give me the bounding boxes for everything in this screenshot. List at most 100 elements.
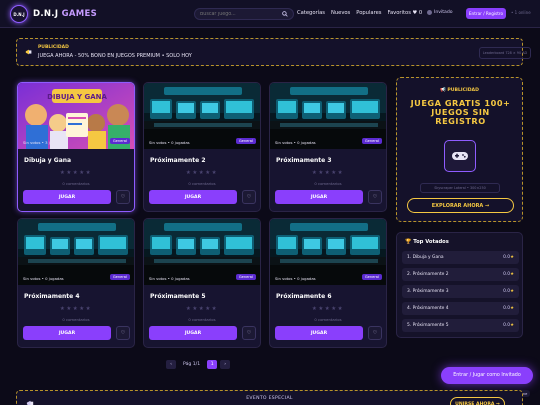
top-voted-score-value: 0.0 [503, 323, 511, 328]
nav-populares[interactable]: Populares [356, 10, 381, 16]
star-rating[interactable]: ★★★★★ [270, 170, 386, 176]
favorite-heart-icon[interactable]: ♡ [368, 190, 382, 204]
genre-badge: General [109, 274, 130, 280]
game-card[interactable]: Sin votos • 0 jugadas General Próximamente… [269, 218, 387, 348]
top-voted-row[interactable]: 3. Próximamente 3 0.0★ [402, 285, 519, 298]
top-voted-score-value: 0.0 [503, 306, 511, 311]
comments-count: 0 comentarios [62, 181, 90, 186]
megaphone-icon [25, 49, 32, 55]
logo-badge[interactable]: D.N.J [10, 5, 28, 23]
game-title: Próximamente 6 [276, 293, 332, 300]
explore-now-button[interactable]: EXPLORAR AHORA → [407, 198, 514, 213]
prev-page-button[interactable]: ‹ [166, 360, 176, 369]
guest-play-button[interactable]: Entrar / Jugar como Invitado [441, 367, 533, 384]
top-voted-panel: 🏆 Top Votados 1. Dibuja y Gana 0.0★ 2. Pró… [396, 232, 523, 338]
sidebar-ad-title: JUEGA GRATIS 100+ JUEGOS SIN REGISTRO [410, 98, 511, 127]
main-nav: Categorías Nuevos Populares Favoritos ♥ … [297, 10, 422, 16]
genre-badge: General [109, 138, 130, 144]
star-icon: ★ [510, 306, 514, 311]
event-banner[interactable]: EVENTO ESPECIAL UNIRSE AHORA → [16, 390, 523, 405]
game-title: Dibuja y Gana [24, 157, 72, 164]
votes-label: Sin votos • 0 jugadas [149, 276, 190, 281]
star-rating[interactable]: ★★★★★ [18, 306, 134, 312]
game-card[interactable]: Sin votos • 0 jugadas General Próximamente… [143, 218, 261, 348]
search-input[interactable] [200, 11, 280, 17]
favorite-heart-icon[interactable]: ♡ [116, 326, 130, 340]
top-voted-score: 0.0★ [503, 255, 514, 260]
comments-count: 0 comentarios [188, 317, 216, 322]
star-rating[interactable]: ★★★★★ [18, 170, 134, 176]
star-icon: ★ [510, 289, 514, 294]
page-indicator: Pág 1/1 [183, 362, 201, 367]
top-voted-score-value: 0.0 [503, 272, 511, 277]
favorite-heart-icon[interactable]: ♡ [116, 190, 130, 204]
top-voted-score-value: 0.0 [503, 255, 511, 260]
event-label: EVENTO ESPECIAL [246, 396, 293, 401]
play-button[interactable]: JUGAR [23, 190, 111, 204]
votes-label: Sin votos • 0 jugadas [23, 276, 64, 281]
play-button[interactable]: JUGAR [149, 190, 237, 204]
top-voted-row[interactable]: 4. Próximamente 4 0.0★ [402, 302, 519, 315]
top-voted-row[interactable]: 2. Próximamente 2 0.0★ [402, 268, 519, 281]
next-page-button[interactable]: › [220, 360, 231, 369]
comments-count: 0 comentarios [314, 317, 342, 322]
favorite-heart-icon[interactable]: ♡ [242, 190, 256, 204]
comments-count: 0 comentarios [188, 181, 216, 186]
game-card[interactable]: Sin votos • 0 jugadas General Próximamente… [143, 82, 261, 212]
avatar [427, 10, 432, 15]
game-card[interactable]: Sin votos • 0 jugadas General Próximamente… [269, 82, 387, 212]
game-card[interactable]: DIBUJA Y GANA Sin votos • 3 jugadas Genera… [17, 82, 135, 212]
top-voted-name: 1. Dibuja y Gana [407, 255, 444, 260]
sidebar-ad-size-label: Skyscraper Lateral • 300×250 [420, 183, 500, 193]
top-voted-row[interactable]: 1. Dibuja y Gana 0.0★ [402, 251, 519, 264]
page-1-button[interactable]: 1 [207, 360, 218, 369]
top-voted-name: 2. Próximamente 2 [407, 272, 449, 277]
nav-favoritos[interactable]: Favoritos ♥ 0 [388, 10, 423, 16]
star-icon: ★ [510, 255, 514, 260]
genre-badge: General [235, 138, 256, 144]
comments-count: 0 comentarios [314, 181, 342, 186]
logo-main: D.N.J [33, 9, 59, 19]
thumbnail-title: DIBUJA Y GANA [47, 93, 107, 101]
play-button[interactable]: JUGAR [275, 326, 363, 340]
star-icon: ★ [510, 272, 514, 277]
sidebar-ad-label: 📢 PUBLICIDAD [440, 88, 479, 93]
top-header: D.N.J D.N.J GAMES Categorías Nuevos Popu… [0, 0, 540, 28]
ad-label: PUBLICIDAD [38, 45, 69, 50]
search-icon[interactable] [282, 11, 288, 17]
online-indicator: • 1 online [511, 10, 531, 15]
ad-text: JUEGA AHORA - 50% BONO EN JUEGOS PREMIUM… [38, 53, 192, 59]
star-rating[interactable]: ★★★★★ [144, 306, 260, 312]
user-menu[interactable]: Invitado [427, 10, 453, 15]
genre-badge: General [235, 274, 256, 280]
sidebar-ad[interactable]: 📢 PUBLICIDAD JUEGA GRATIS 100+ JUEGOS SI… [396, 77, 523, 222]
join-now-button[interactable]: UNIRSE AHORA → [450, 397, 505, 405]
top-voted-score: 0.0★ [503, 306, 514, 311]
play-button[interactable]: JUGAR [23, 326, 111, 340]
votes-label: Sin votos • 3 jugadas [23, 140, 64, 145]
play-button[interactable]: JUGAR [275, 190, 363, 204]
top-voted-name: 4. Próximamente 4 [407, 306, 449, 311]
votes-label: Sin votos • 0 jugadas [275, 276, 316, 281]
login-button[interactable]: Entrar / Registro [466, 8, 506, 19]
play-button[interactable]: JUGAR [149, 326, 237, 340]
favorite-heart-icon[interactable]: ♡ [368, 326, 382, 340]
star-icon: ★ [510, 323, 514, 328]
top-voted-score: 0.0★ [503, 272, 514, 277]
logo-text[interactable]: D.N.J GAMES [33, 9, 97, 19]
logo-accent: GAMES [61, 9, 98, 19]
genre-badge: General [361, 274, 382, 280]
top-voted-name: 3. Próximamente 3 [407, 289, 449, 294]
ad-banner[interactable]: PUBLICIDAD JUEGA AHORA - 50% BONO EN JUE… [16, 38, 531, 66]
star-rating[interactable]: ★★★★★ [144, 170, 260, 176]
search-box [194, 8, 294, 20]
nav-categorias[interactable]: Categorías [297, 10, 325, 16]
game-card[interactable]: Sin votos • 0 jugadas General Próximamente… [17, 218, 135, 348]
star-rating[interactable]: ★★★★★ [270, 306, 386, 312]
top-voted-name: 5. Próximamente 5 [407, 323, 449, 328]
ad-size-label: Leaderboard 728 × 90 AD [479, 47, 531, 59]
favorite-heart-icon[interactable]: ♡ [242, 326, 256, 340]
votes-label: Sin votos • 0 jugadas [149, 140, 190, 145]
top-voted-row[interactable]: 5. Próximamente 5 0.0★ [402, 319, 519, 332]
nav-nuevos[interactable]: Nuevos [331, 10, 350, 16]
